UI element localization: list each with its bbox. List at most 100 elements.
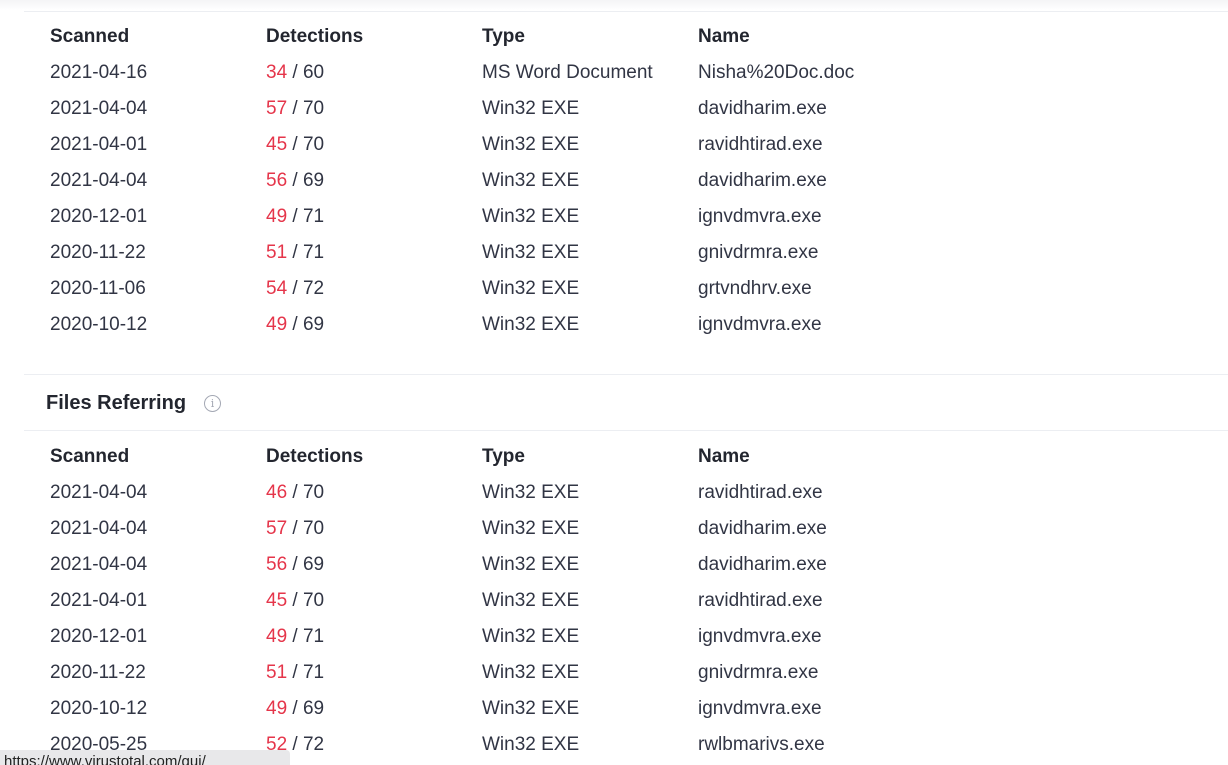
table-row[interactable]: 2021-04-01 45 / 70 Win32 EXE ravidhtirad.ex… — [50, 583, 1200, 619]
table-body: 2021-04-04 46 / 70 Win32 EXE ravidhtirad.ex… — [50, 475, 1200, 763]
cell-detections: 51 / 71 — [266, 662, 482, 684]
table-row[interactable]: 2021-04-04 56 / 69 Win32 EXE davidharim.exe — [50, 163, 1200, 199]
cell-type: Win32 EXE — [482, 98, 580, 119]
cell-detections: 56 / 69 — [266, 554, 482, 576]
cell-detections: 49 / 71 — [266, 206, 482, 228]
info-icon[interactable]: i — [204, 394, 222, 412]
detections-positive: 51 — [266, 242, 288, 263]
cell-name[interactable]: davidharim.exe — [698, 98, 1098, 120]
cell-name[interactable]: davidharim.exe — [698, 554, 1098, 576]
header-scanned: Scanned — [50, 26, 130, 47]
cell-name[interactable]: rwlbmarivs.exe — [698, 734, 1098, 756]
header-type: Type — [482, 26, 525, 47]
detections-total: / 60 — [287, 62, 325, 83]
table-row[interactable]: 2021-04-04 56 / 69 Win32 EXE davidharim.exe — [50, 547, 1200, 583]
cell-scanned: 2020-10-12 — [50, 314, 148, 335]
table-row[interactable]: 2021-04-16 34 / 60 MS Word Document Nisha%2… — [50, 55, 1200, 91]
section-header-divider — [24, 430, 1228, 431]
table-row[interactable]: 2021-04-04 46 / 70 Win32 EXE ravidhtirad.ex… — [50, 475, 1200, 511]
detections-total: / 69 — [287, 314, 325, 335]
section-title: Files Referring — [46, 391, 187, 414]
cell-name[interactable]: ignvdmvra.exe — [698, 314, 1098, 336]
cell-name[interactable]: davidharim.exe — [698, 518, 1098, 540]
section-divider — [24, 374, 1228, 375]
cell-name[interactable]: grtvndhrv.exe — [698, 278, 1098, 300]
detections-positive: 45 — [266, 590, 288, 611]
cell-detections: 49 / 71 — [266, 626, 482, 648]
cell-detections: 51 / 71 — [266, 242, 482, 264]
table-row[interactable]: 2020-11-22 51 / 71 Win32 EXE gnivdrmra.exe — [50, 235, 1200, 271]
header-detections: Detections — [266, 446, 364, 467]
header-name: Name — [698, 26, 750, 47]
header-detections: Detections — [266, 26, 364, 47]
detections-total: / 71 — [287, 242, 325, 263]
table-row[interactable]: 2021-04-04 57 / 70 Win32 EXE davidharim.exe — [50, 511, 1200, 547]
cell-type: Win32 EXE — [482, 734, 580, 755]
table-header: Scanned Detections Type Name — [50, 439, 1200, 475]
cell-type: Win32 EXE — [482, 554, 580, 575]
cell-name[interactable]: gnivdrmra.exe — [698, 242, 1098, 264]
cell-name[interactable]: ravidhtirad.exe — [698, 590, 1098, 612]
cell-name[interactable]: ignvdmvra.exe — [698, 206, 1098, 228]
cell-scanned: 2020-10-12 — [50, 698, 148, 719]
detections-positive: 49 — [266, 698, 288, 719]
table-row[interactable]: 2020-11-06 54 / 72 Win32 EXE grtvndhrv.exe — [50, 271, 1200, 307]
detections-positive: 57 — [266, 98, 288, 119]
files-table: Scanned Detections Type Name 2021-04-16 3… — [50, 19, 1200, 343]
header-type: Type — [482, 446, 525, 467]
table-row[interactable]: 2020-12-01 49 / 71 Win32 EXE ignvdmvra.exe — [50, 619, 1200, 655]
cell-scanned: 2021-04-04 — [50, 482, 148, 503]
cell-scanned: 2021-04-04 — [50, 170, 148, 191]
detections-total: / 70 — [287, 134, 325, 155]
cell-scanned: 2021-04-16 — [50, 62, 148, 83]
detections-total: / 70 — [287, 518, 325, 539]
detections-positive: 51 — [266, 662, 288, 683]
detections-total: / 70 — [287, 590, 325, 611]
detections-positive: 46 — [266, 482, 288, 503]
cell-type: Win32 EXE — [482, 206, 580, 227]
cell-name[interactable]: ignvdmvra.exe — [698, 698, 1098, 720]
cell-detections: 49 / 69 — [266, 314, 482, 336]
detections-total: / 69 — [287, 698, 325, 719]
cell-detections: 49 / 69 — [266, 698, 482, 720]
cell-name[interactable]: davidharim.exe — [698, 170, 1098, 192]
cell-name[interactable]: ravidhtirad.exe — [698, 134, 1098, 156]
detections-positive: 56 — [266, 554, 288, 575]
cell-name[interactable]: ignvdmvra.exe — [698, 626, 1098, 648]
cell-type: Win32 EXE — [482, 170, 580, 191]
cell-scanned: 2020-11-22 — [50, 242, 146, 263]
header-name: Name — [698, 446, 750, 467]
cell-type: Win32 EXE — [482, 134, 580, 155]
table-row[interactable]: 2021-04-01 45 / 70 Win32 EXE ravidhtirad.ex… — [50, 127, 1200, 163]
detections-total: / 71 — [287, 626, 325, 647]
cell-detections: 56 / 69 — [266, 170, 482, 192]
detections-positive: 56 — [266, 170, 288, 191]
cell-detections: 54 / 72 — [266, 278, 482, 300]
cell-type: MS Word Document — [482, 62, 653, 83]
detections-positive: 54 — [266, 278, 288, 299]
cell-type: Win32 EXE — [482, 482, 580, 503]
cell-name[interactable]: Nisha%20Doc.doc — [698, 62, 1098, 84]
cell-scanned: 2020-11-06 — [50, 278, 146, 299]
detections-total: / 71 — [287, 206, 325, 227]
cell-scanned: 2020-11-22 — [50, 662, 146, 683]
detections-total: / 71 — [287, 662, 325, 683]
cell-name[interactable]: gnivdrmra.exe — [698, 662, 1098, 684]
cell-scanned: 2020-12-01 — [50, 206, 148, 227]
detections-total: / 72 — [287, 734, 325, 755]
table-row[interactable]: 2020-10-12 49 / 69 Win32 EXE ignvdmvra.exe — [50, 307, 1200, 343]
files-referring-header: Files Referring i — [46, 388, 222, 418]
cell-name[interactable]: ravidhtirad.exe — [698, 482, 1098, 504]
cell-type: Win32 EXE — [482, 242, 580, 263]
cell-detections: 46 / 70 — [266, 482, 482, 504]
table-row[interactable]: 2020-11-22 51 / 71 Win32 EXE gnivdrmra.exe — [50, 655, 1200, 691]
header-scanned: Scanned — [50, 446, 130, 467]
cell-detections: 57 / 70 — [266, 518, 482, 540]
files-referring-table: Scanned Detections Type Name 2021-04-04 4… — [50, 439, 1200, 763]
table-row[interactable]: 2020-10-12 49 / 69 Win32 EXE ignvdmvra.exe — [50, 691, 1200, 727]
table-row[interactable]: 2020-12-01 49 / 71 Win32 EXE ignvdmvra.exe — [50, 199, 1200, 235]
detections-positive: 49 — [266, 314, 288, 335]
detections-positive: 34 — [266, 62, 288, 83]
detections-positive: 57 — [266, 518, 288, 539]
table-row[interactable]: 2021-04-04 57 / 70 Win32 EXE davidharim.exe — [50, 91, 1200, 127]
